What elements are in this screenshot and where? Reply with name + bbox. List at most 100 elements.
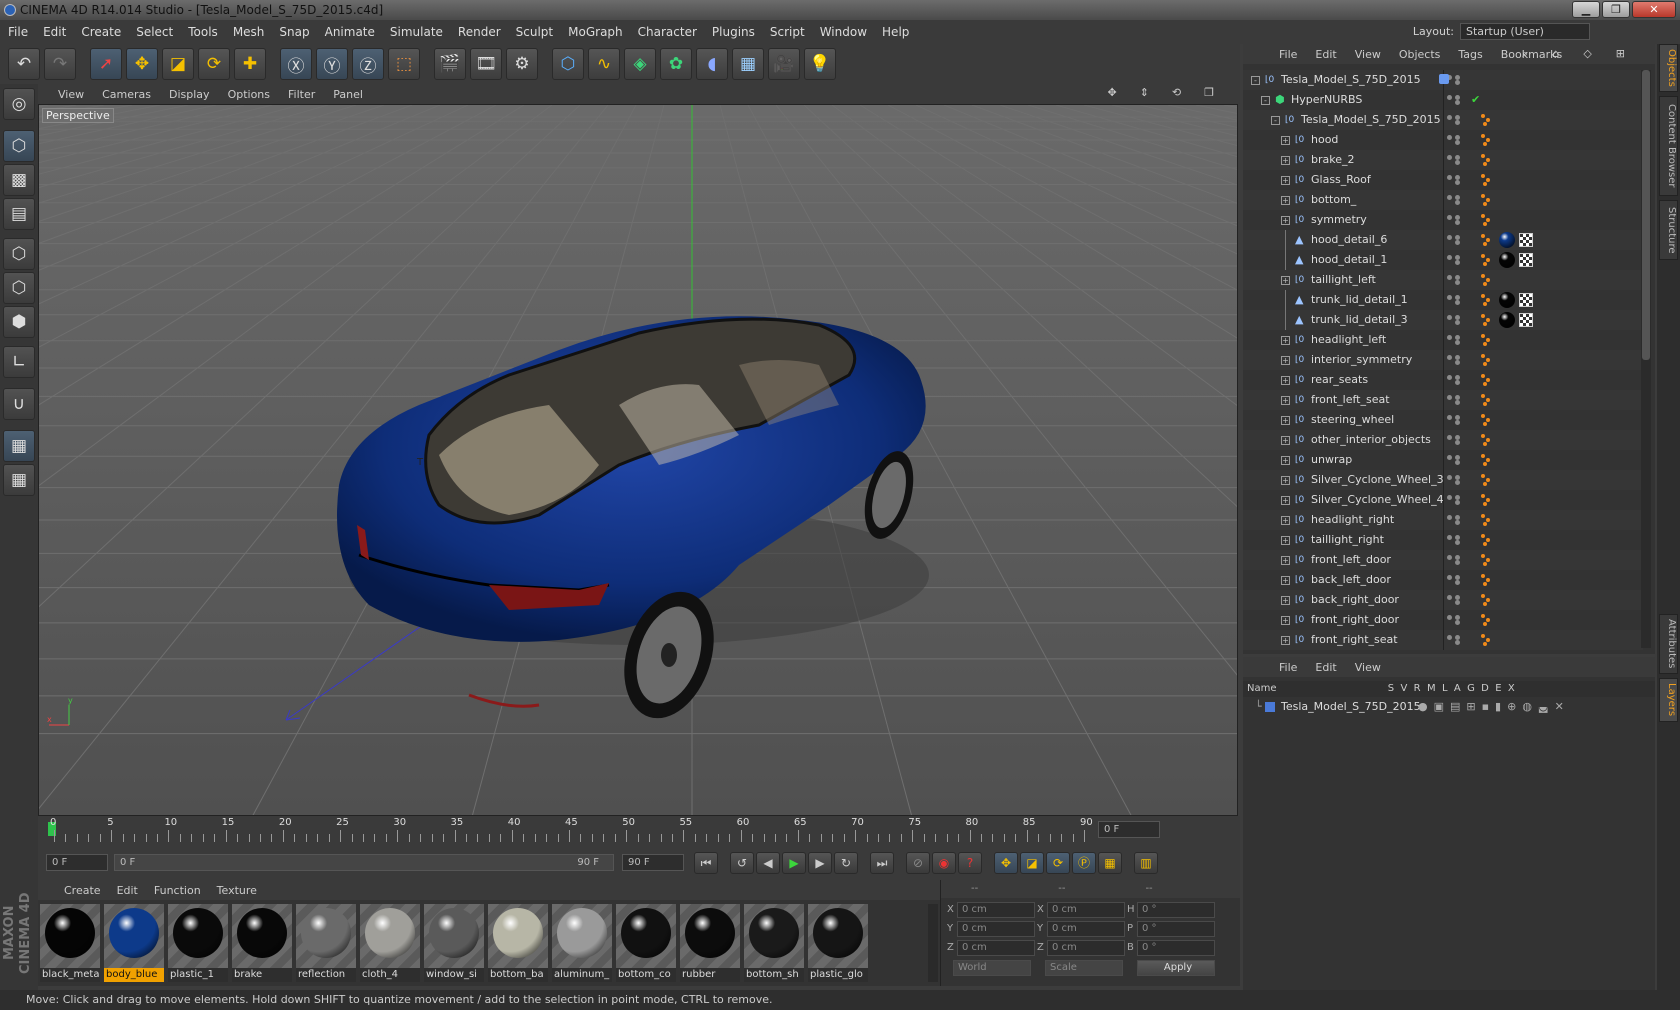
z-axis-lock-icon[interactable]: Ⓩ xyxy=(352,48,384,80)
phong-tag-icon[interactable] xyxy=(1481,114,1493,126)
material-swatch[interactable]: reflection xyxy=(296,904,356,982)
phong-tag-icon[interactable] xyxy=(1481,514,1493,526)
object-row[interactable]: + ⌊0 taillight_left xyxy=(1243,270,1643,290)
uvw-tag-icon[interactable] xyxy=(1519,233,1533,247)
menu-animate[interactable]: Animate xyxy=(325,25,375,39)
material-tag-icon[interactable] xyxy=(1499,232,1515,248)
material-swatch[interactable]: plastic_glo xyxy=(808,904,868,982)
expand-toggle-icon[interactable]: + xyxy=(1281,536,1290,545)
keyframe-selection-icon[interactable]: ? xyxy=(958,852,982,874)
redo-icon[interactable]: ↷ xyxy=(44,48,76,80)
expand-toggle-icon[interactable]: + xyxy=(1281,616,1290,625)
menu-sculpt[interactable]: Sculpt xyxy=(516,25,553,39)
object-row[interactable]: - ⌊0 Tesla_Model_S_75D_2015 xyxy=(1243,110,1643,130)
expand-toggle-icon[interactable]: + xyxy=(1281,436,1290,445)
points-mode-icon[interactable]: ⬡ xyxy=(3,238,35,270)
visibility-dots[interactable] xyxy=(1447,555,1465,565)
object-row[interactable]: + ⌊0 Silver_Cyclone_Wheel_3 xyxy=(1243,470,1643,490)
object-scrollbar[interactable] xyxy=(1641,70,1651,648)
next-key-icon[interactable]: ↻ xyxy=(834,852,858,874)
expand-toggle-icon[interactable]: + xyxy=(1281,476,1290,485)
polygons-mode-icon[interactable]: ⬢ xyxy=(3,306,35,338)
object-row[interactable]: + ⌊0 front_right_seat xyxy=(1243,630,1643,650)
phong-tag-icon[interactable] xyxy=(1481,394,1493,406)
key-rotation-icon[interactable]: ⟳ xyxy=(1046,852,1070,874)
visibility-dots[interactable] xyxy=(1447,135,1465,145)
menu-script[interactable]: Script xyxy=(770,25,805,39)
undo-icon[interactable]: ↶ xyxy=(8,48,40,80)
move-tool-icon[interactable]: ✥ xyxy=(126,48,158,80)
auto-keying-icon[interactable]: ◉ xyxy=(932,852,956,874)
render-picture-viewer-icon[interactable]: 🎞 xyxy=(470,48,502,80)
material-menu-create[interactable]: Create xyxy=(64,884,101,897)
object-row[interactable]: + ⌊0 bottom_ xyxy=(1243,190,1643,210)
object-row[interactable]: + ⌊0 steering_wheel xyxy=(1243,410,1643,430)
phong-tag-icon[interactable] xyxy=(1481,614,1493,626)
coord-value-field[interactable]: 0 cm xyxy=(1047,921,1125,937)
object-row[interactable]: + ⌊0 brake_2 xyxy=(1243,150,1643,170)
object-row[interactable]: + ⌊0 front_right_door xyxy=(1243,610,1643,630)
menu-simulate[interactable]: Simulate xyxy=(390,25,443,39)
y-axis-lock-icon[interactable]: Ⓨ xyxy=(316,48,348,80)
expand-toggle-icon[interactable]: + xyxy=(1281,356,1290,365)
phong-tag-icon[interactable] xyxy=(1481,334,1493,346)
key-parameter-icon[interactable]: Ⓟ xyxy=(1072,852,1096,874)
side-tab-objects[interactable]: Objects xyxy=(1659,44,1678,92)
phong-tag-icon[interactable] xyxy=(1481,374,1493,386)
coord-value-field[interactable]: 0 cm xyxy=(957,921,1035,937)
object-row[interactable]: + ⌊0 front_left_seat xyxy=(1243,390,1643,410)
phong-tag-icon[interactable] xyxy=(1481,134,1493,146)
visibility-dots[interactable] xyxy=(1447,575,1465,585)
menu-snap[interactable]: Snap xyxy=(279,25,309,39)
phong-tag-icon[interactable] xyxy=(1481,594,1493,606)
object-row[interactable]: - ⬢ HyperNURBS ✔ xyxy=(1243,90,1643,110)
zoom-view-icon[interactable]: ⇕ xyxy=(1140,86,1149,99)
side-tab-content-browser[interactable]: Content Browser xyxy=(1659,96,1678,196)
phong-tag-icon[interactable] xyxy=(1481,194,1493,206)
minimize-button[interactable]: ▁ xyxy=(1572,1,1600,18)
visibility-dots[interactable] xyxy=(1447,295,1465,305)
edges-mode-icon[interactable]: ⬡ xyxy=(3,272,35,304)
cube-object-icon[interactable]: ⬡ xyxy=(552,48,584,80)
layer-color-square[interactable] xyxy=(1439,74,1449,84)
coord-value-field[interactable]: 0 cm xyxy=(1047,940,1125,956)
coord-value-field[interactable]: 0 cm xyxy=(1047,902,1125,918)
visibility-dots[interactable] xyxy=(1447,515,1465,525)
current-frame-field[interactable]: 0 F xyxy=(1098,821,1160,838)
snap-magnet-icon[interactable]: ∪ xyxy=(3,388,35,420)
key-position-icon[interactable]: ✥ xyxy=(994,852,1018,874)
viewport-menu-cameras[interactable]: Cameras xyxy=(102,88,151,101)
visibility-dots[interactable] xyxy=(1447,355,1465,365)
expand-toggle-icon[interactable]: + xyxy=(1281,376,1290,385)
phong-tag-icon[interactable] xyxy=(1481,434,1493,446)
visibility-dots[interactable] xyxy=(1447,415,1465,425)
visibility-dots[interactable] xyxy=(1447,375,1465,385)
phong-tag-icon[interactable] xyxy=(1481,474,1493,486)
material-swatch[interactable]: bottom_sh xyxy=(744,904,804,982)
toggle-view-icon[interactable]: ❐ xyxy=(1204,86,1214,99)
material-swatch[interactable]: black_meta xyxy=(40,904,100,982)
object-menu-tags[interactable]: Tags xyxy=(1458,48,1482,61)
key-pla-icon[interactable]: ▦ xyxy=(1098,852,1122,874)
phong-tag-icon[interactable] xyxy=(1481,414,1493,426)
visibility-dots[interactable] xyxy=(1447,615,1465,625)
material-menu-edit[interactable]: Edit xyxy=(117,884,138,897)
previous-key-icon[interactable]: ↺ xyxy=(730,852,754,874)
scale-tool-icon[interactable]: ◪ xyxy=(162,48,194,80)
nurbs-icon[interactable]: ◈ xyxy=(624,48,656,80)
rotate-view-icon[interactable]: ⟲ xyxy=(1172,86,1181,99)
render-view-icon[interactable]: 🎬 xyxy=(434,48,466,80)
coord-value-field[interactable]: 0 ° xyxy=(1137,921,1215,937)
visibility-dots[interactable] xyxy=(1447,95,1465,105)
expand-toggle-icon[interactable]: + xyxy=(1281,276,1290,285)
model-mode-icon[interactable]: ⬡ xyxy=(3,130,35,162)
object-row[interactable]: + ⌊0 symmetry xyxy=(1243,210,1643,230)
expand-toggle-icon[interactable]: + xyxy=(1281,416,1290,425)
object-menu-edit[interactable]: Edit xyxy=(1315,48,1336,61)
menu-plugins[interactable]: Plugins xyxy=(712,25,755,39)
object-row[interactable]: + ⌊0 front_left_door xyxy=(1243,550,1643,570)
expand-toggle-icon[interactable]: + xyxy=(1281,216,1290,225)
make-editable-icon[interactable]: ◎ xyxy=(3,88,35,120)
object-row[interactable]: + ⌊0 back_right_door xyxy=(1243,590,1643,610)
menu-file[interactable]: File xyxy=(8,25,28,39)
